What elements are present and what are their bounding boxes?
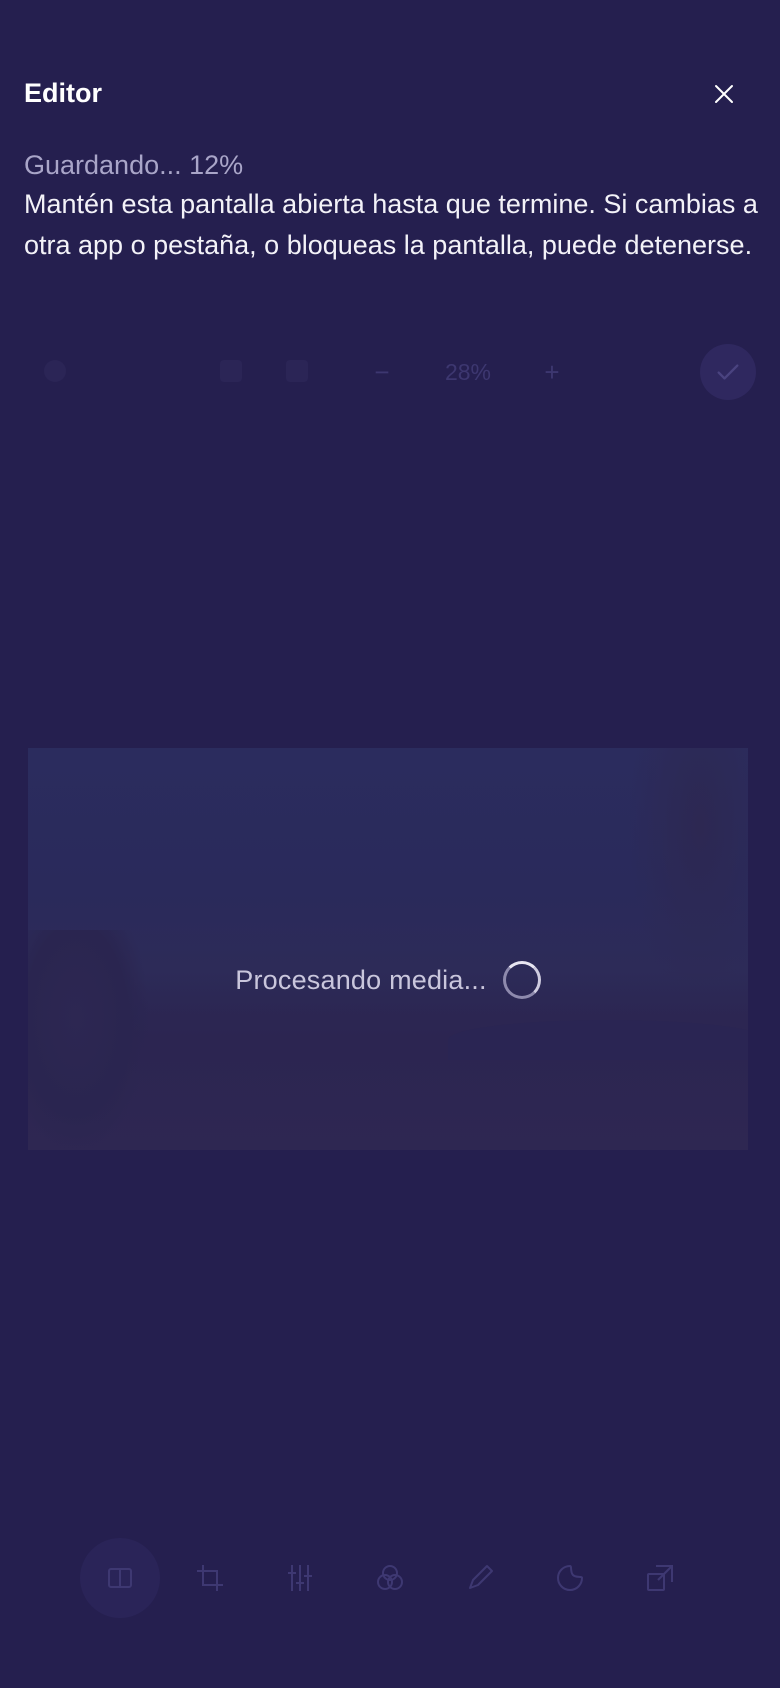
- confirm-button[interactable]: [700, 344, 756, 400]
- editor-header: Editor: [0, 0, 780, 140]
- zoom-level[interactable]: 28%: [408, 354, 528, 390]
- media-icon: [108, 1568, 132, 1588]
- rotate-icon[interactable]: [286, 360, 308, 382]
- sticker-icon: [557, 1564, 584, 1591]
- media-preview: Procesando media...: [28, 748, 748, 1150]
- tool-resize[interactable]: [620, 1538, 700, 1618]
- landscape-ridge: [448, 1020, 748, 1060]
- close-icon: [715, 85, 733, 103]
- adjust-sliders-icon: [288, 1565, 312, 1591]
- zoom-in-button[interactable]: +: [532, 352, 572, 392]
- filters-icon: [377, 1565, 403, 1590]
- checkmark-icon: [717, 364, 739, 380]
- resize-icon: [647, 1565, 673, 1591]
- tool-media[interactable]: [80, 1538, 160, 1618]
- saving-status: Guardando... 12% Mantén esta pantalla ab…: [24, 146, 764, 266]
- page-title: Editor: [24, 78, 102, 108]
- aspect-icon[interactable]: [220, 360, 242, 382]
- tool-filters[interactable]: [350, 1538, 430, 1618]
- loading-spinner-icon: [502, 961, 541, 999]
- undo-icon[interactable]: [44, 360, 66, 382]
- zoom-bar: − 28% +: [0, 340, 780, 404]
- tool-adjust[interactable]: [260, 1538, 340, 1618]
- draw-pencil-icon: [469, 1565, 493, 1589]
- zoom-out-button[interactable]: −: [362, 352, 402, 392]
- tool-sticker[interactable]: [530, 1538, 610, 1618]
- tool-bar: [0, 1538, 780, 1618]
- tool-crop[interactable]: [170, 1538, 250, 1618]
- crop-icon: [197, 1565, 223, 1591]
- editor-screen: − 28% + Procesando media... Editor Guard…: [0, 0, 780, 1688]
- processing-label: Procesando media...: [235, 964, 487, 995]
- processing-indicator: Procesando media...: [28, 958, 748, 1002]
- saving-warning-message: Mantén esta pantalla abierta hasta que t…: [24, 189, 758, 260]
- close-button[interactable]: [704, 74, 744, 114]
- tool-draw[interactable]: [440, 1538, 520, 1618]
- saving-progress-label: Guardando... 12%: [24, 150, 244, 180]
